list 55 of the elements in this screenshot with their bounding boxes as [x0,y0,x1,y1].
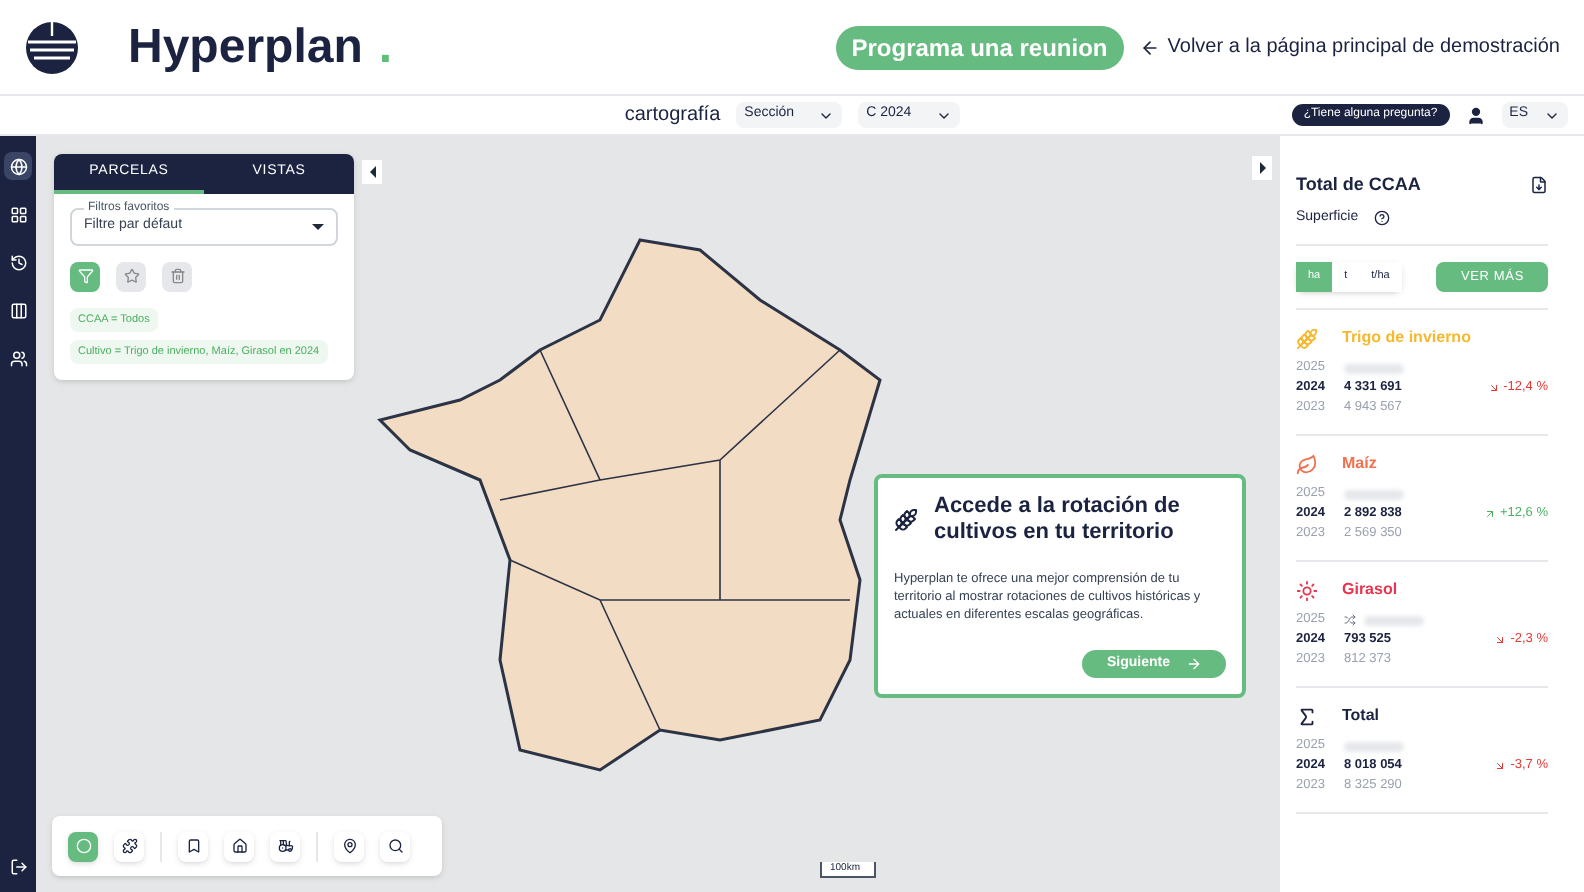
arrow-up-right-icon [1483,508,1496,520]
brand-dot: . [378,17,393,77]
search-icon [387,838,403,854]
star-icon [123,268,139,284]
filter-icon [77,268,93,284]
crop-name: Maíz [1342,452,1377,476]
map-tool-button[interactable] [178,831,208,861]
dropdown-triangle-icon [312,223,324,230]
arrow-down-right-icon [1487,382,1500,394]
wheat-icon [1296,327,1318,349]
globe-icon [9,157,27,175]
arrow-left-icon [1139,37,1160,57]
map-tool-button[interactable] [334,831,364,861]
trash-icon [169,268,185,284]
circle-icon [75,838,91,854]
crop-name: Total [1342,704,1380,728]
logo-icon [24,19,80,75]
crop-name: Trigo de invierno [1342,326,1471,350]
help-icon[interactable] [1374,209,1391,226]
grid-icon [9,205,27,223]
arrow-down-right-icon [1494,634,1507,646]
brand-name: Hyperplan [128,17,363,77]
tractor-icon [277,838,293,854]
map-tool-button[interactable] [224,831,254,861]
users-icon [9,349,27,367]
arrow-down-right-icon [1494,760,1507,772]
section-label: cartografía [624,102,721,130]
filter-action-button[interactable] [116,261,146,291]
map-tool-button[interactable] [380,831,410,861]
collapse-panel-button[interactable] [362,160,382,184]
pin-icon [341,838,357,854]
expand-panel-button[interactable] [1252,156,1272,180]
history-icon [9,253,27,271]
sidebar-item[interactable] [4,152,32,180]
crop-name: Girasol [1342,578,1398,602]
puzzle-icon [121,838,137,854]
triangle-right-icon [1259,162,1265,174]
home-icon [231,838,247,854]
back-link[interactable]: Volver a la página principal de demostración [1139,32,1560,62]
file-download-icon[interactable] [1530,176,1548,195]
leaf-icon [1296,453,1318,475]
stats-title: Total de CCAA [1296,172,1421,198]
sigma-icon [1296,705,1318,727]
map-tool-button[interactable] [270,831,300,861]
sun-icon [1296,579,1318,601]
tooltip-title: Accede a la rotación de cultivos en tu territorio [934,494,1182,546]
columns-icon [9,301,27,319]
bookmark-icon [185,838,201,854]
wheat-icon [894,508,918,532]
triangle-left-icon [369,166,375,178]
logout-icon[interactable] [9,858,27,876]
map-tool-button[interactable] [114,831,144,861]
arrow-right-icon [1186,656,1202,672]
filter-action-button[interactable] [162,261,192,291]
user-icon[interactable] [1465,105,1486,125]
